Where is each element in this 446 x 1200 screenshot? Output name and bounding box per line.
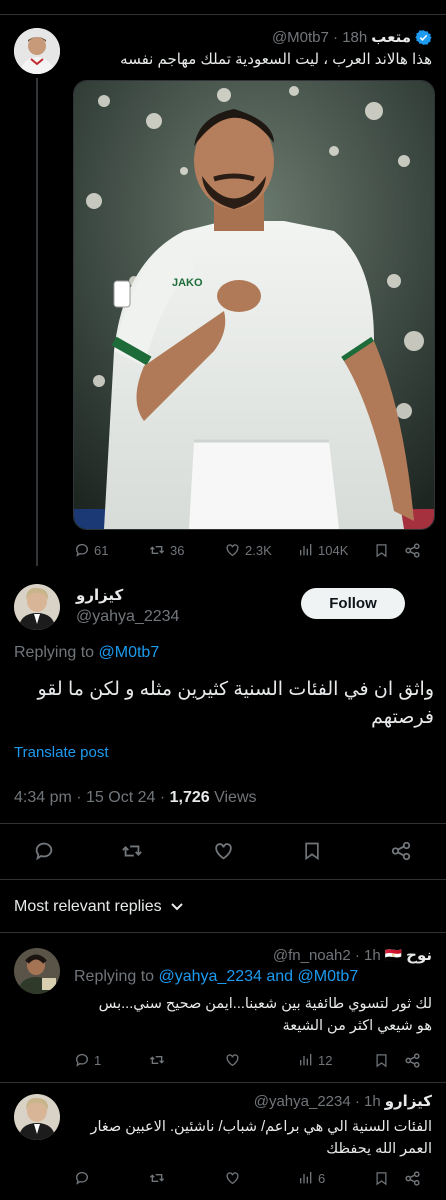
retweet-count: 36: [170, 542, 185, 558]
replying-to-link[interactable]: @M0tb7: [99, 644, 160, 661]
parent-handle[interactable]: @M0tb7: [272, 29, 329, 46]
parent-media-image[interactable]: JAKO: [73, 80, 435, 530]
main-avatar[interactable]: [14, 584, 60, 630]
bookmark-icon[interactable]: [374, 542, 389, 559]
reply1-handle[interactable]: @fn_noah2: [273, 947, 351, 964]
main-actions: [0, 838, 446, 864]
views-icon: [298, 1052, 314, 1068]
main-divider-top: [0, 823, 446, 824]
like-count: 2.3K: [245, 542, 272, 558]
like-icon: [224, 542, 241, 558]
reply-icon[interactable]: [33, 840, 55, 862]
reply1-replying-to-link[interactable]: @yahya_2234 and @M0tb7: [159, 968, 359, 985]
reply1-name[interactable]: نوح: [406, 946, 432, 964]
retweet-icon[interactable]: [148, 1170, 166, 1186]
reply2-header: @yahya_2234 · 1h كيزارو: [253, 1092, 432, 1111]
reply-icon[interactable]: [74, 1170, 90, 1186]
retweet-icon[interactable]: [120, 840, 144, 862]
views-button[interactable]: 6: [298, 1170, 325, 1186]
parent-avatar[interactable]: [14, 28, 60, 74]
translate-post-link[interactable]: Translate post: [14, 744, 109, 761]
replies-header-divider: [0, 932, 446, 933]
parent-time: @M0tb7 · 18h: [271, 28, 368, 46]
replying-to: Replying to @M0tb7: [14, 644, 160, 661]
like-icon[interactable]: [224, 1170, 241, 1186]
parent-text: هذا هالاند العرب ، ليت السعودية تملك مها…: [120, 51, 432, 68]
egypt-flag-icon: 🇪🇬: [384, 946, 403, 963]
views-button[interactable]: 12: [298, 1052, 332, 1068]
thread-line: [36, 78, 38, 566]
views-icon: [298, 542, 314, 558]
reply-divider: [0, 1082, 446, 1083]
follow-button[interactable]: Follow: [301, 588, 405, 619]
views-icon: [298, 1170, 314, 1186]
reply-button[interactable]: 1: [74, 1052, 101, 1068]
reply2-avatar[interactable]: [14, 1094, 60, 1140]
views-count: 104K: [318, 542, 349, 558]
reply-icon: [74, 542, 90, 558]
replies-sort-dropdown[interactable]: Most relevant replies: [14, 898, 184, 916]
views-button[interactable]: 104K: [298, 542, 348, 558]
main-timestamp: 4:34 pm · 15 Oct 24 · 1,726 Views: [14, 789, 257, 806]
share-icon[interactable]: [404, 542, 421, 559]
parent-name[interactable]: متعب: [371, 28, 411, 46]
reply2-name[interactable]: كيزارو: [385, 1092, 432, 1110]
reply-icon: [74, 1052, 90, 1068]
top-divider: [0, 14, 446, 15]
reply1-avatar[interactable]: [14, 948, 60, 994]
svg-text:JAKO: JAKO: [172, 277, 203, 289]
like-button[interactable]: 2.3K: [224, 542, 272, 558]
reply-count: 61: [94, 542, 109, 558]
retweet-icon[interactable]: [148, 1052, 166, 1068]
parent-header: @M0tb7 · 18h متعب: [272, 26, 432, 48]
parent-actions: 61 36 2.3K 104K: [74, 540, 432, 560]
like-icon[interactable]: [212, 840, 235, 862]
reply1-actions: 1 12: [74, 1052, 432, 1072]
bookmark-icon[interactable]: [302, 840, 322, 862]
share-icon[interactable]: [390, 840, 412, 862]
main-text: واثق ان في الفئات السنية كثيرين مثله و ل…: [37, 679, 434, 728]
retweet-icon: [148, 542, 166, 558]
reply2-handle[interactable]: @yahya_2234: [254, 1093, 351, 1110]
main-divider-bottom: [0, 879, 446, 880]
reply1-replying-to: Replying to @yahya_2234 and @M0tb7: [74, 968, 359, 985]
reply2-actions: 6: [74, 1170, 432, 1190]
like-icon[interactable]: [224, 1052, 241, 1068]
main-views-count: 1,726: [169, 789, 210, 806]
bookmark-icon[interactable]: [374, 1052, 389, 1069]
share-icon[interactable]: [404, 1052, 421, 1069]
reply2-text: الفئات السنية الي هي براعم/ شباب/ ناشئين…: [90, 1119, 432, 1157]
verified-badge-icon: [415, 29, 432, 46]
reply-button[interactable]: 61: [74, 542, 108, 558]
retweet-button[interactable]: 36: [148, 542, 184, 558]
share-icon[interactable]: [404, 1170, 421, 1187]
reply1-text: لك ثور لتسوي طائفية بين شعبنا...ايمن صحي…: [98, 996, 432, 1034]
reply1-header: @fn_noah2 · 1h 🇪🇬 نوح: [272, 946, 432, 965]
main-handle[interactable]: @yahya_2234: [76, 608, 179, 626]
chevron-down-icon: [170, 902, 184, 912]
main-name[interactable]: كيزارو: [76, 586, 123, 604]
bookmark-icon[interactable]: [374, 1170, 389, 1187]
